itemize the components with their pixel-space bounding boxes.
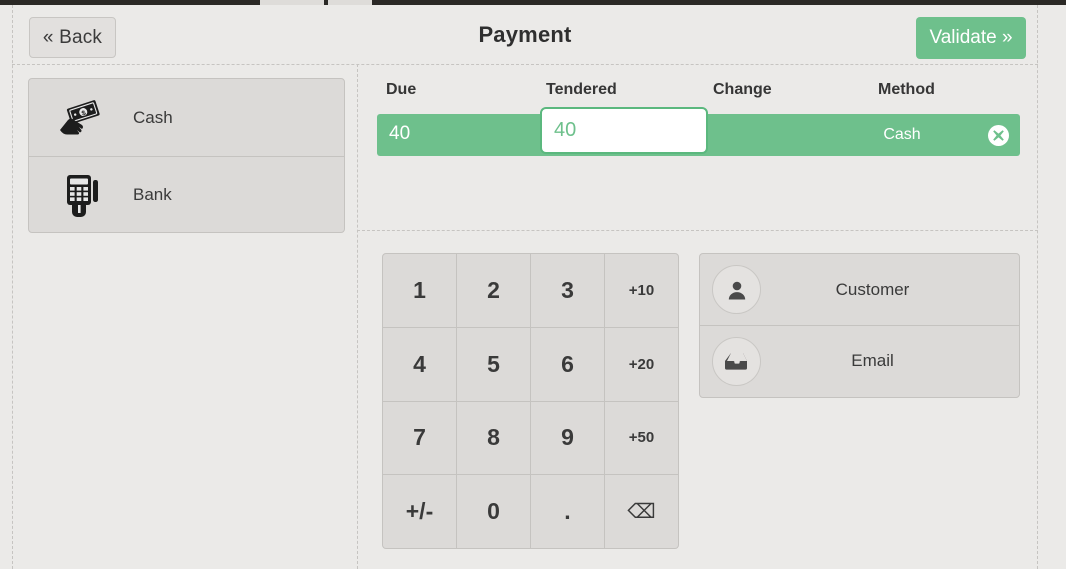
keypad-key-8[interactable]: 8 xyxy=(457,401,530,475)
header-bar: « Back Payment Validate » xyxy=(12,5,1038,64)
keypad-key-7[interactable]: 7 xyxy=(383,401,456,475)
keypad-key-6[interactable]: 6 xyxy=(531,327,604,401)
column-header-change: Change xyxy=(713,81,772,98)
keypad-key-2[interactable]: 2 xyxy=(457,254,530,327)
column-header-method: Method xyxy=(878,81,935,98)
customer-action[interactable]: Customer xyxy=(700,254,1019,325)
payment-line-row[interactable]: 40 Cash xyxy=(377,107,1020,156)
keypad-key-9[interactable]: 9 xyxy=(531,401,604,475)
layout-guide-row-divider xyxy=(357,230,1038,231)
cash-banknote-icon: $ xyxy=(29,99,133,136)
keypad-key-3[interactable]: 3 xyxy=(531,254,604,327)
keypad-key-decimal[interactable]: . xyxy=(531,475,604,548)
payment-screen: « Back Payment Validate » $ Cash Bank Du… xyxy=(0,0,1066,569)
keypad-key-sign-toggle[interactable]: +/- xyxy=(383,475,456,548)
card-terminal-icon xyxy=(29,172,133,218)
keypad-key-5[interactable]: 5 xyxy=(457,327,530,401)
keypad-key-1[interactable]: 1 xyxy=(383,254,456,327)
payment-method-bank[interactable]: Bank xyxy=(29,156,344,232)
numeric-keypad: 1 2 3 +10 4 5 6 +20 7 8 9 +50 +/- 0 . ⌫ xyxy=(382,253,679,549)
payment-method-name: Cash xyxy=(883,126,921,143)
payment-lines-table: Due Tendered Change Method 40 Cash xyxy=(377,78,1020,156)
validate-button[interactable]: Validate » xyxy=(916,17,1026,59)
column-header-due: Due xyxy=(386,81,417,98)
keypad-key-4[interactable]: 4 xyxy=(383,327,456,401)
column-header-tendered: Tendered xyxy=(546,81,617,98)
user-icon xyxy=(712,265,761,314)
keypad-key-plus-50[interactable]: +50 xyxy=(605,401,678,475)
page-title: Payment xyxy=(478,22,572,47)
keypad-key-plus-10[interactable]: +10 xyxy=(605,254,678,327)
times-circle-icon[interactable] xyxy=(988,125,1009,146)
tendered-amount-input[interactable] xyxy=(540,107,708,154)
layout-guide-right xyxy=(1037,5,1038,569)
action-list: Customer Email xyxy=(699,253,1020,398)
layout-guide-header-divider xyxy=(12,64,1038,65)
payment-method-label: Bank xyxy=(133,185,172,204)
payment-method-list: $ Cash Bank xyxy=(28,78,345,233)
payment-method-cash[interactable]: $ Cash xyxy=(29,79,344,156)
keypad-key-0[interactable]: 0 xyxy=(457,475,530,548)
payment-method-label: Cash xyxy=(133,107,173,127)
layout-guide-column-divider xyxy=(357,64,358,569)
backspace-icon[interactable]: ⌫ xyxy=(605,475,678,548)
inbox-icon xyxy=(712,336,761,386)
payment-due-amount: 40 xyxy=(389,123,411,144)
layout-guide-left xyxy=(12,5,13,569)
email-action[interactable]: Email xyxy=(700,325,1019,396)
keypad-key-plus-20[interactable]: +20 xyxy=(605,327,678,401)
